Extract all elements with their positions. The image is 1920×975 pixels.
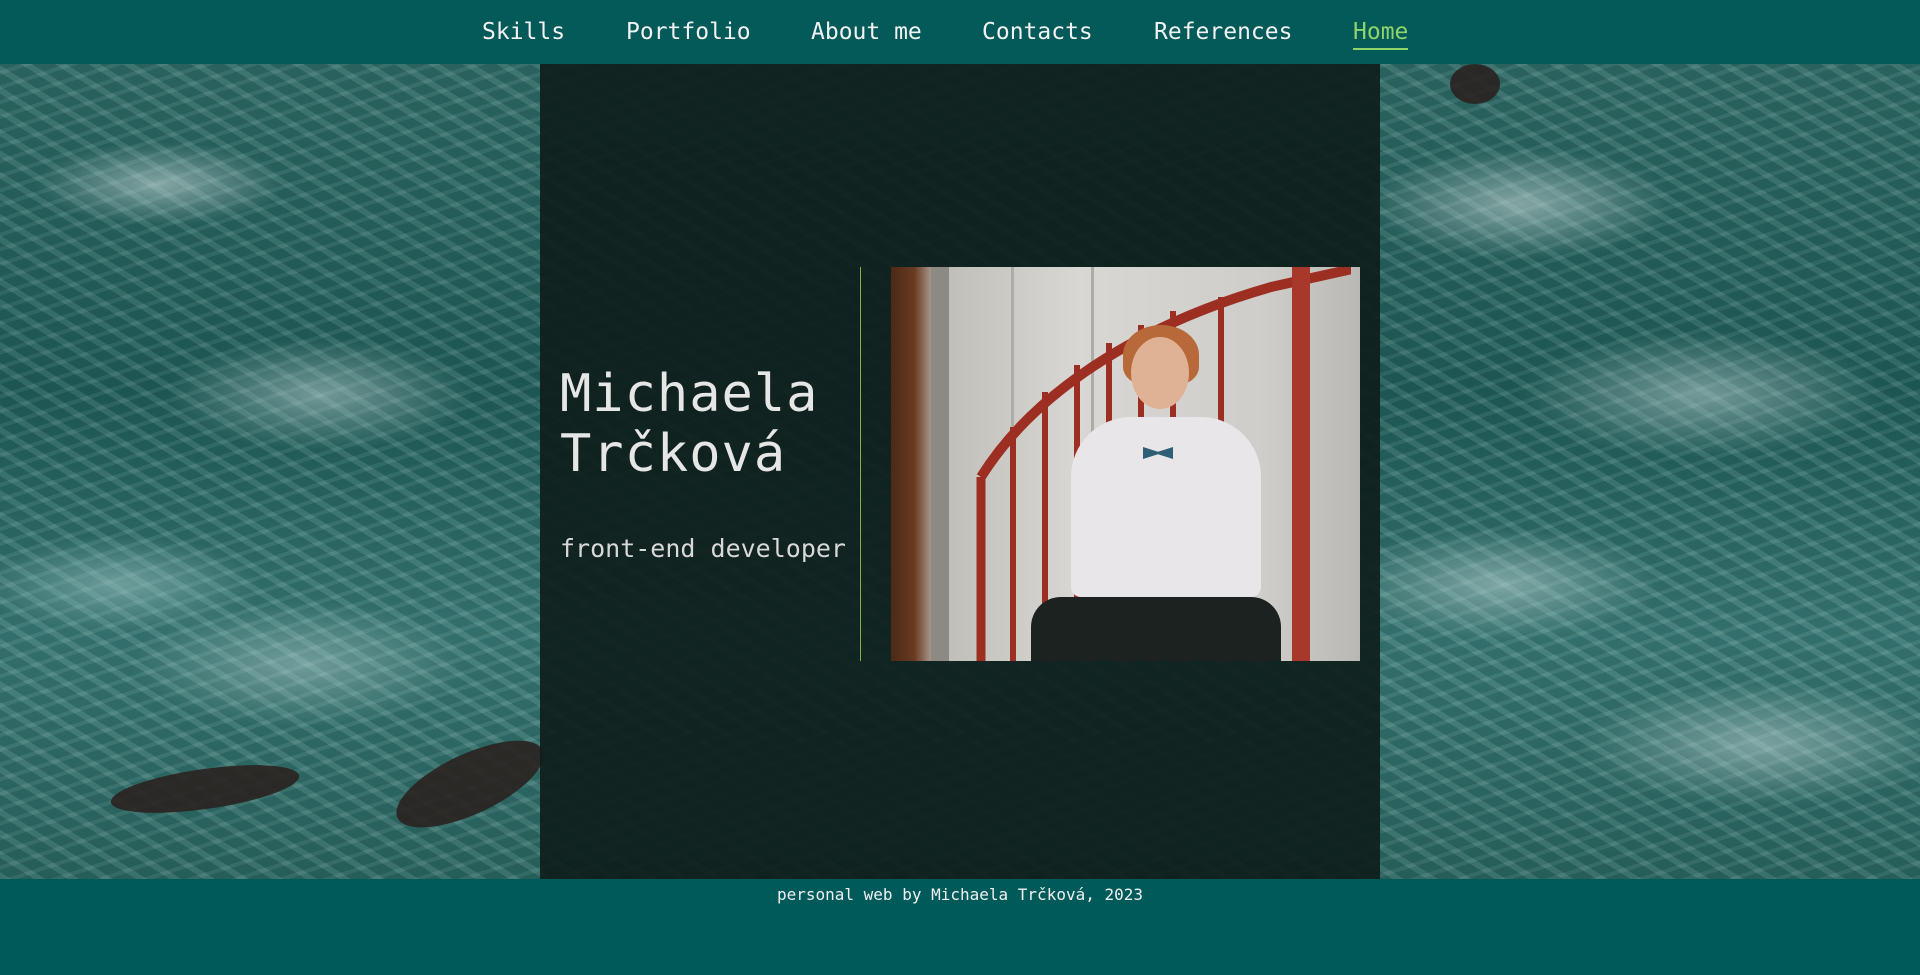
footer-credit: personal web by Michaela Trčková, 2023	[776, 885, 1144, 904]
profile-photo	[891, 267, 1360, 661]
owner-name: Michaela Trčková	[560, 364, 819, 484]
photo-face	[1131, 337, 1189, 409]
nav-link-about-me[interactable]: About me	[811, 16, 922, 50]
nav-link-home[interactable]: Home	[1353, 16, 1409, 50]
background-rock	[1450, 64, 1500, 104]
vertical-divider	[860, 267, 861, 661]
job-title: front-end developer	[560, 534, 846, 563]
intro-panel: Michaela Trčková front-end developer	[540, 64, 1380, 879]
nav-link-references[interactable]: References	[1154, 16, 1292, 50]
nav-link-portfolio[interactable]: Portfolio	[626, 16, 751, 50]
nav-link-skills[interactable]: Skills	[482, 16, 565, 50]
background-rock	[384, 723, 556, 845]
photo-door-frame	[931, 267, 949, 661]
nav-link-contacts[interactable]: Contacts	[982, 16, 1093, 50]
background-rock	[108, 755, 302, 823]
hero-section: Michaela Trčková front-end developer	[0, 64, 1920, 879]
photo-pants	[1031, 597, 1281, 661]
photo-shirt	[1071, 417, 1261, 597]
top-navigation: Skills Portfolio About me Contacts Refer…	[0, 0, 1920, 64]
